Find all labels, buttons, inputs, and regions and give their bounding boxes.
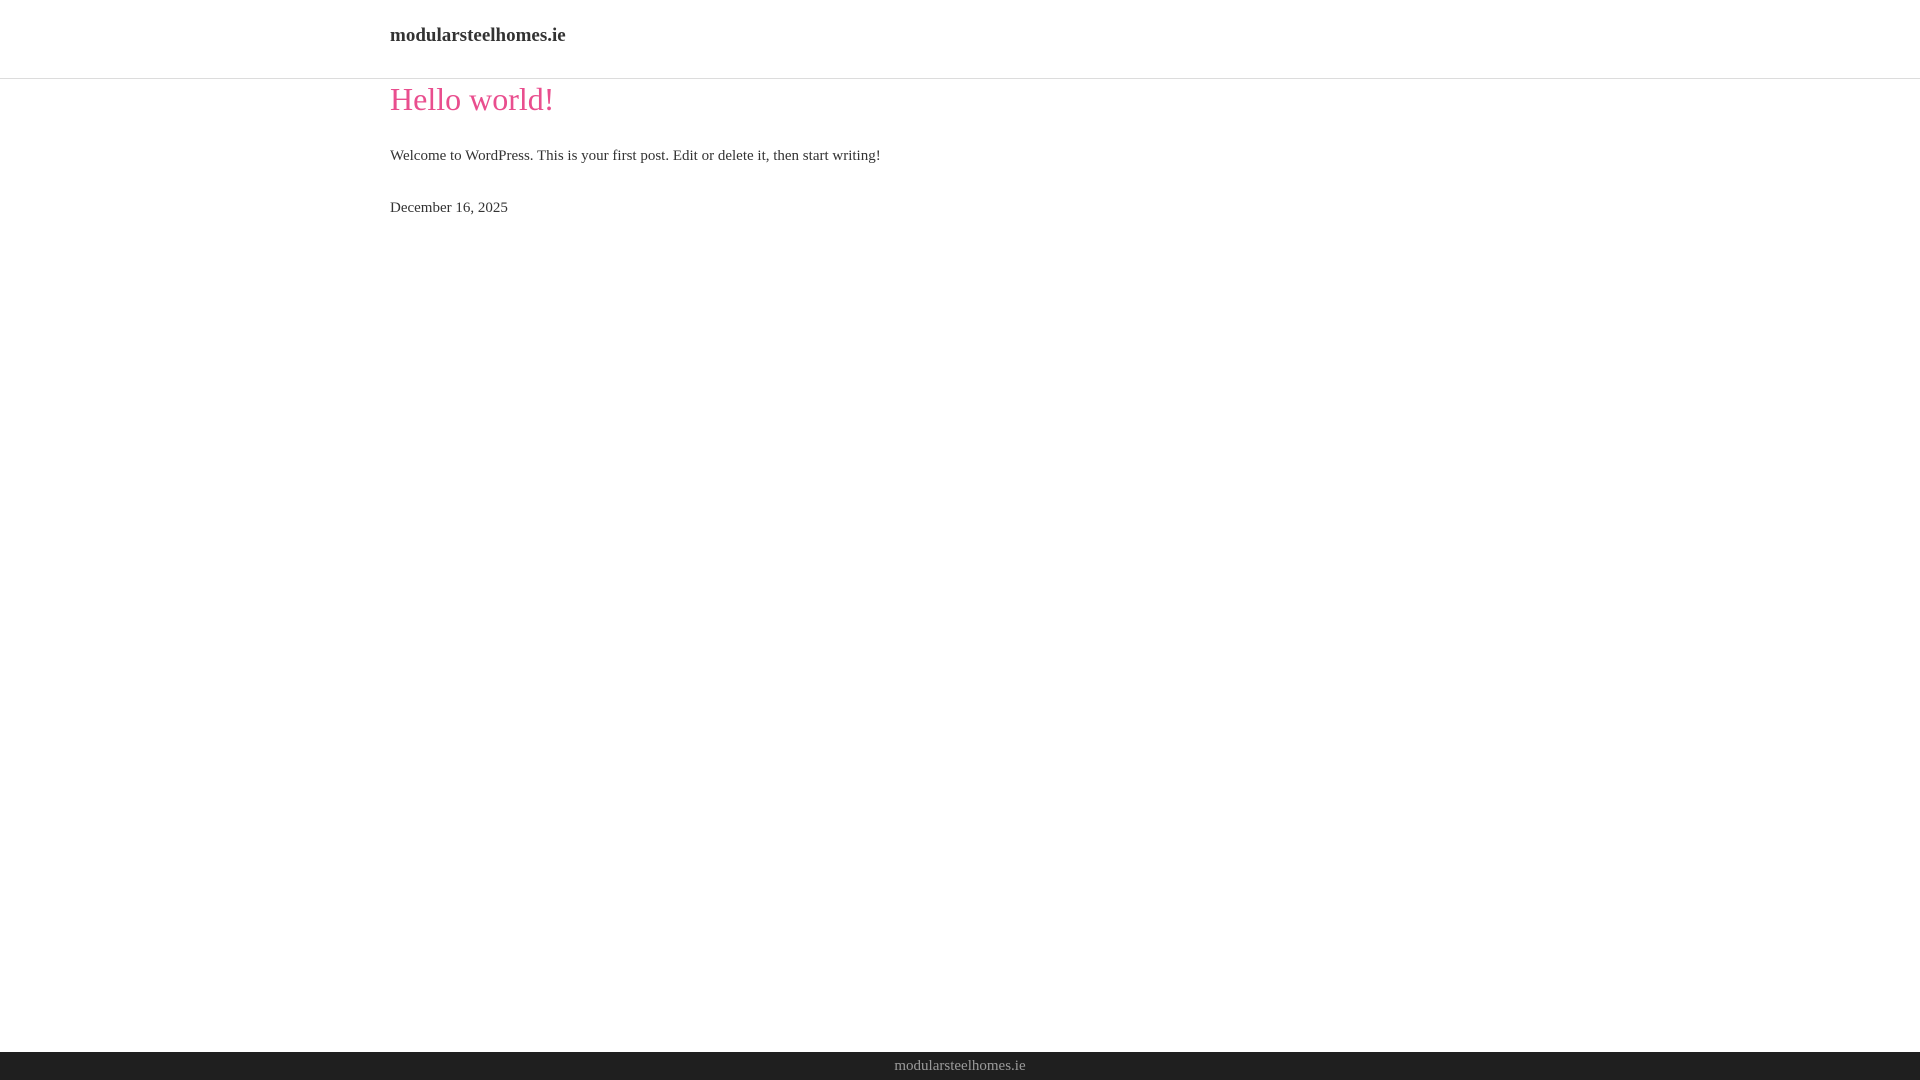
- site-footer: modularsteelhomes.ie: [0, 1052, 1920, 1080]
- post-date: December 16, 2025: [390, 200, 508, 216]
- site-header: modularsteelhomes.ie: [0, 0, 1920, 79]
- post-title-link[interactable]: Hello world!: [390, 80, 554, 118]
- footer-site-name: modularsteelhomes.ie: [894, 1058, 1026, 1074]
- site-title-link[interactable]: modularsteelhomes.ie: [390, 26, 566, 45]
- post-excerpt: Welcome to WordPress. This is your first…: [390, 148, 881, 164]
